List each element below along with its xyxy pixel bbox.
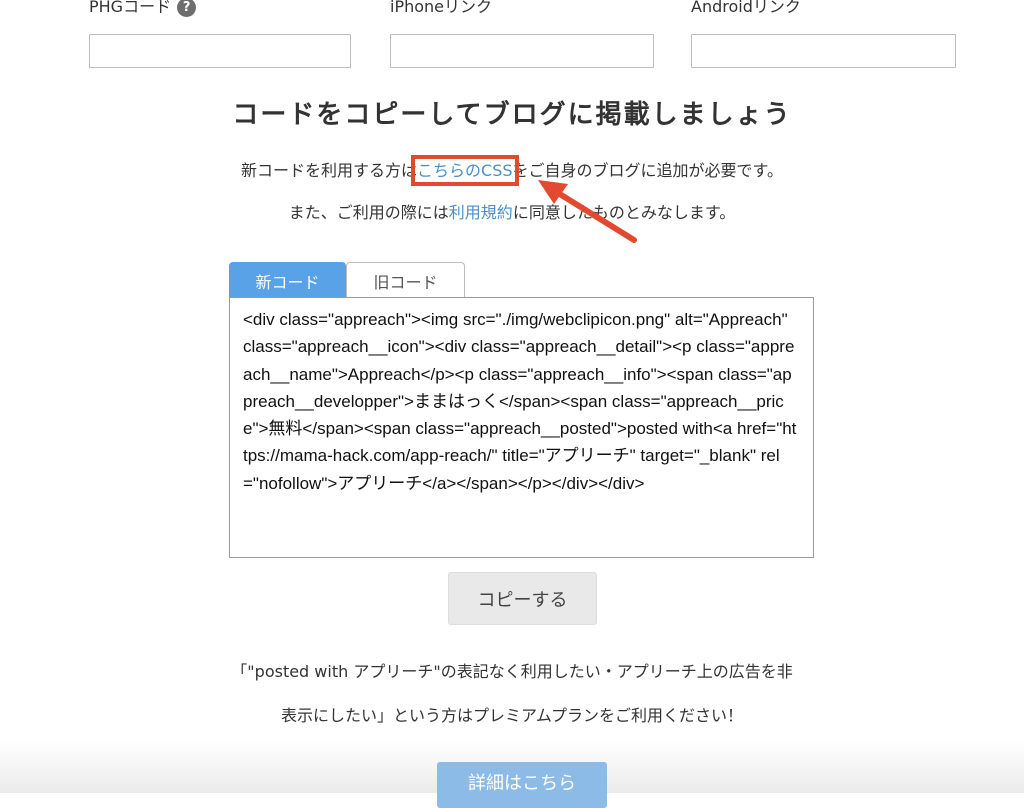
question-mark-icon[interactable]: ? [177, 0, 197, 17]
tab-old-code[interactable]: 旧コード [346, 262, 465, 298]
android-link-label: Androidリンク [691, 0, 801, 16]
code-textarea[interactable]: <div class="appreach"><img src="./img/we… [229, 297, 814, 558]
phg-code-label: PHGコード ? [89, 0, 197, 18]
terms-notice-prefix: また、ご利用の際には [288, 203, 449, 222]
details-button[interactable]: 詳細はこちら [437, 762, 607, 808]
page-heading: コードをコピーしてブログに掲載しましょう [232, 100, 792, 130]
annotation-arrow-icon [538, 180, 637, 243]
terms-notice: また、ご利用の際には利用規約に同意したものとみなします。 [0, 202, 1024, 224]
android-link-input[interactable] [691, 34, 956, 68]
terms-link[interactable]: 利用規約 [449, 203, 513, 222]
css-notice-prefix: 新コードを利用する方は [241, 161, 418, 180]
code-tabs: 新コード 旧コード [229, 262, 465, 298]
iphone-link-label: iPhoneリンク [390, 0, 493, 16]
css-link[interactable]: こちらのCSS [411, 155, 519, 186]
iphone-link-input[interactable] [390, 34, 654, 68]
tab-new-code[interactable]: 新コード [229, 262, 346, 298]
premium-notice-line-1: 「"posted with アプリーチ"の表記なく利用したい・アプリーチ上の広告… [231, 662, 793, 681]
phg-code-label-text: PHGコード [89, 0, 172, 16]
css-notice: 新コードを利用する方はこちらのCSSをご自身のブログに追加が必要です。 [0, 155, 1024, 186]
phg-code-input[interactable] [89, 34, 351, 68]
premium-notice-line-2: 表示にしたい」という方はプレミアムプランをご利用ください！ [281, 706, 743, 725]
embed-code: <div class="appreach"><img src="./img/we… [243, 310, 797, 493]
copy-button[interactable]: コピーする [448, 572, 597, 625]
